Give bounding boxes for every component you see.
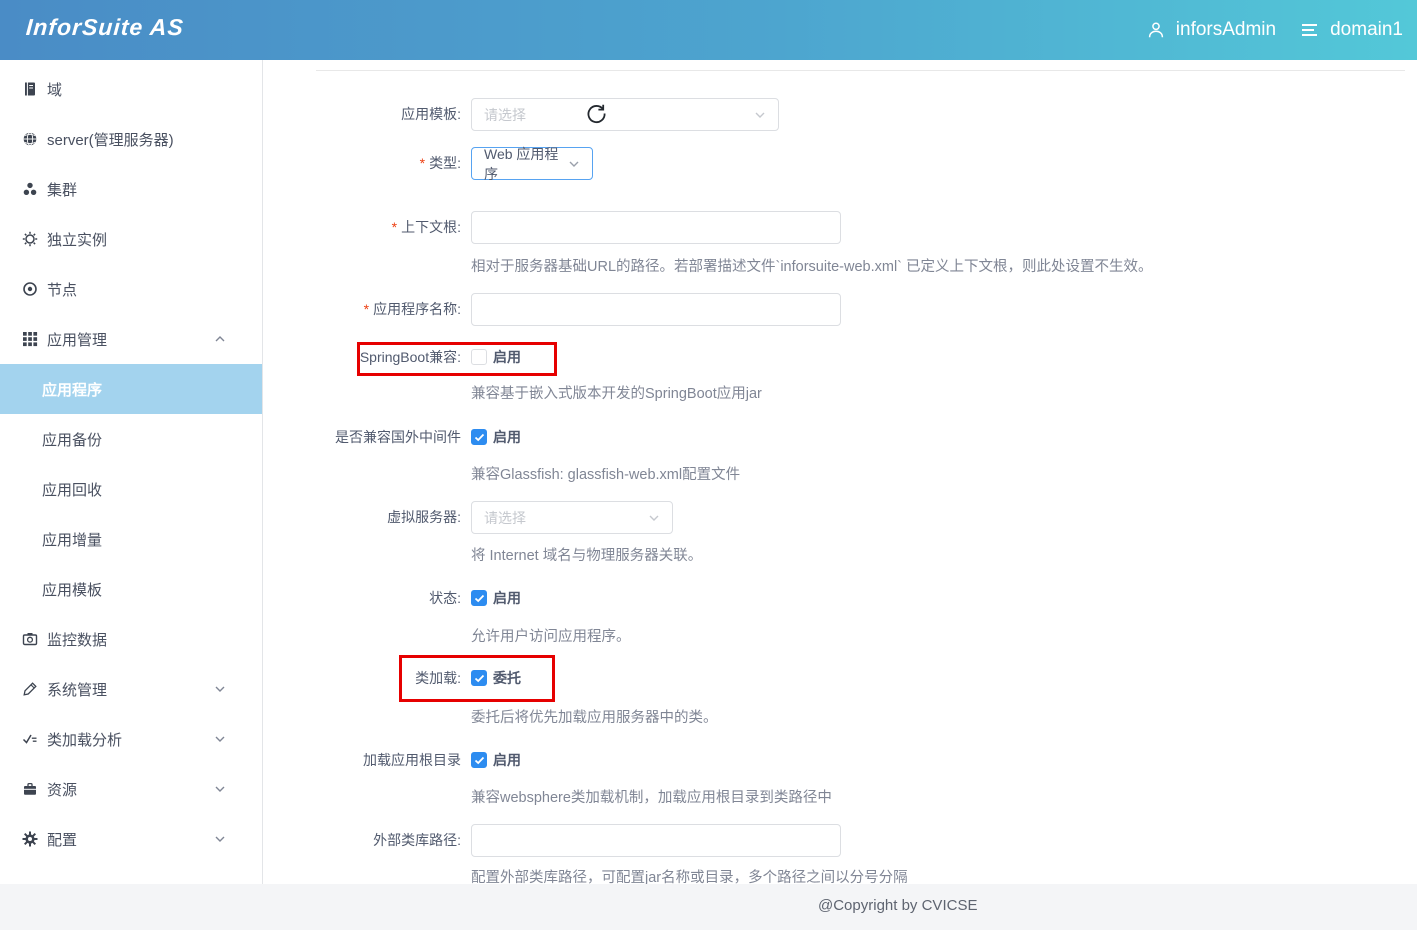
chevron-up-icon [214, 335, 226, 343]
form-row-status: 状态: 启用 [264, 588, 1417, 608]
user-icon [1146, 20, 1166, 40]
sidebar-item-domain[interactable]: 域 [0, 64, 262, 114]
gear-outline-icon [22, 231, 38, 247]
gear-icon [22, 831, 38, 847]
checkbox-label: 委托 [493, 670, 521, 686]
app-logo: InforSuite AS [25, 14, 185, 40]
field-label: 应用模板: [401, 106, 461, 122]
field-label: 加载应用根目录 [363, 752, 461, 768]
field-label: 状态: [429, 590, 461, 606]
field-help-text: 委托后将优先加载应用服务器中的类。 [471, 710, 718, 726]
sidebar-item-node[interactable]: 节点 [0, 264, 262, 314]
sidebar-item-server[interactable]: server(管理服务器) [0, 114, 262, 164]
chevron-down-icon [214, 835, 226, 843]
context-root-input[interactable] [471, 211, 841, 244]
checklist-icon [22, 731, 38, 747]
domain-list-icon [1300, 21, 1320, 39]
pencil-icon [22, 681, 38, 697]
checkbox-label: 启用 [493, 429, 521, 445]
checkbox-label: 启用 [493, 752, 521, 768]
grid-icon [22, 331, 38, 347]
field-help-text: 将 Internet 域名与物理服务器关联。 [471, 548, 703, 564]
briefcase-icon [22, 781, 38, 797]
form-row-virtual-server: 虚拟服务器: 请选择 [264, 501, 1417, 535]
app-root: InforSuite AS inforsAdmin domain1 域 serv… [0, 0, 1417, 930]
sidebar-subitem-app-template[interactable]: 应用模板 [0, 564, 262, 614]
chevron-down-icon [214, 735, 226, 743]
app-template-select[interactable]: 请选择 [471, 98, 779, 131]
checkbox-label: 启用 [493, 349, 521, 365]
foreign-middleware-checkbox[interactable] [471, 429, 487, 445]
chevron-down-icon [754, 111, 766, 119]
form-row-type: * 类型: Web 应用程序 [264, 146, 1417, 182]
sidebar-item-monitor-data[interactable]: 监控数据 [0, 614, 262, 664]
sidebar-subitem-app-recycle[interactable]: 应用回收 [0, 464, 262, 514]
checkbox-label: 启用 [493, 590, 521, 606]
field-help-text: 相对于服务器基础URL的路径。若部署描述文件`inforsuite-web.xm… [471, 259, 1153, 275]
form-row-foreign-middleware: 是否兼容国外中间件 启用 [264, 427, 1417, 447]
type-select[interactable]: Web 应用程序 [471, 146, 593, 182]
copyright-text: @Copyright by CVICSE [818, 897, 978, 914]
refresh-icon[interactable] [586, 103, 607, 124]
external-classpath-input[interactable] [471, 824, 841, 857]
sidebar-item-classload-analysis[interactable]: 类加载分析 [0, 714, 262, 764]
form-row-classload: 类加载: 委托 [264, 668, 1417, 688]
sidebar-item-app-management[interactable]: 应用管理 [0, 314, 262, 364]
field-label: * 上下文根: [391, 219, 461, 235]
sidebar-item-cluster[interactable]: 集群 [0, 164, 262, 214]
book-icon [22, 81, 38, 97]
domain-name[interactable]: domain1 [1330, 19, 1403, 41]
virtual-server-select[interactable]: 请选择 [471, 501, 673, 534]
sidebar-item-standalone-instance[interactable]: 独立实例 [0, 214, 262, 264]
top-header: InforSuite AS inforsAdmin domain1 [0, 0, 1417, 60]
sidebar-item-resource[interactable]: 资源 [0, 764, 262, 814]
chevron-down-icon [214, 785, 226, 793]
field-help-text: 允许用户访问应用程序。 [471, 629, 631, 645]
field-help-text: 兼容基于嵌入式版本开发的SpringBoot应用jar [471, 386, 762, 402]
main-content: 应用模板: 请选择 * 类型: Web 应用程序 * 上下文根: 相对于服务器基… [264, 60, 1417, 886]
globe-icon [22, 131, 38, 147]
chevron-down-icon [568, 160, 580, 168]
field-label: * 应用程序名称: [363, 301, 461, 317]
app-name-input[interactable] [471, 293, 841, 326]
classload-checkbox[interactable] [471, 670, 487, 686]
chevron-down-icon [214, 685, 226, 693]
cluster-icon [22, 181, 38, 197]
form-row-load-approot: 加载应用根目录 启用 [264, 750, 1417, 770]
form-row-app-name: * 应用程序名称: [264, 293, 1417, 327]
field-label: SpringBoot兼容: [359, 349, 461, 365]
camera-icon [22, 631, 38, 647]
form-row-springboot-compat: SpringBoot兼容: 启用 [264, 347, 1417, 367]
username[interactable]: inforsAdmin [1176, 19, 1276, 41]
node-icon [22, 281, 38, 297]
springboot-compat-checkbox[interactable] [471, 349, 487, 365]
field-help-text: 兼容Glassfish: glassfish-web.xml配置文件 [471, 467, 741, 483]
sidebar: 域 server(管理服务器) 集群 独立实例 节点 应用管理 应用程序 应用备… [0, 60, 263, 884]
page-footer: @Copyright by CVICSE [0, 884, 1417, 930]
sidebar-subitem-applications[interactable]: 应用程序 [0, 364, 262, 414]
sidebar-subitem-app-backup[interactable]: 应用备份 [0, 414, 262, 464]
load-approot-checkbox[interactable] [471, 752, 487, 768]
sidebar-subitem-app-increment[interactable]: 应用增量 [0, 514, 262, 564]
header-right: inforsAdmin domain1 [1146, 0, 1403, 60]
sidebar-item-config[interactable]: 配置 [0, 814, 262, 864]
chevron-down-icon [648, 514, 660, 522]
field-help-text: 兼容websphere类加载机制，加载应用根目录到类路径中 [471, 790, 832, 806]
form-row-context-root: * 上下文根: [264, 211, 1417, 245]
form-row-external-classpath: 外部类库路径: [264, 824, 1417, 858]
sidebar-item-system-management[interactable]: 系统管理 [0, 664, 262, 714]
field-label: 类加载: [415, 670, 461, 686]
status-checkbox[interactable] [471, 590, 487, 606]
form-row-app-template: 应用模板: 请选择 [264, 98, 1417, 132]
field-label: 外部类库路径: [373, 832, 461, 848]
field-label: * 类型: [419, 155, 461, 171]
field-label: 虚拟服务器: [387, 509, 461, 525]
content-divider [316, 70, 1405, 71]
field-label: 是否兼容国外中间件 [335, 429, 461, 445]
